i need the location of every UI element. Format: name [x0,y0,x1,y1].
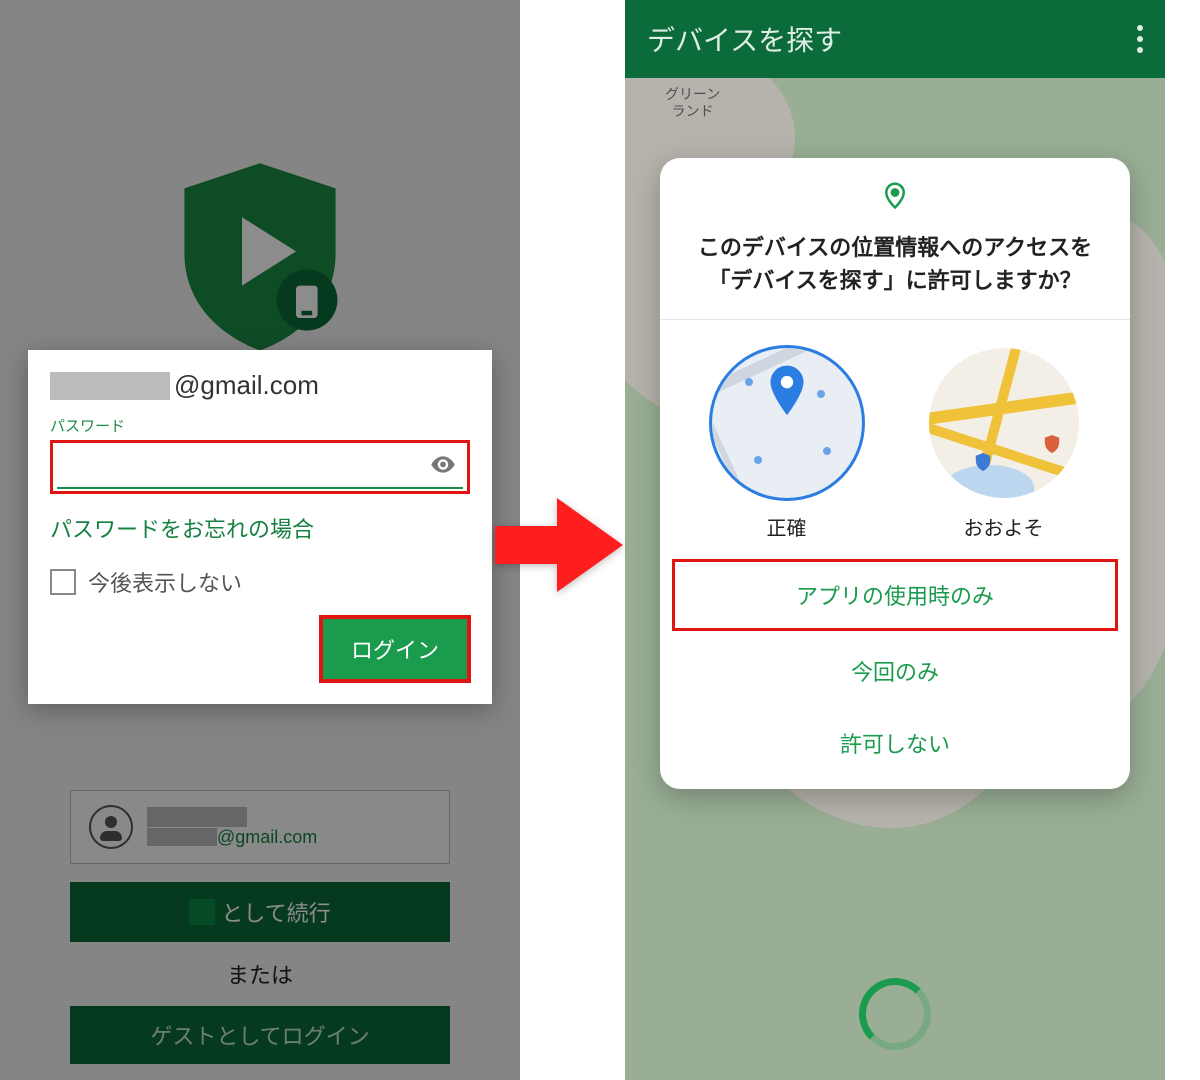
location-pin-icon [660,180,1130,215]
option-only-this-time[interactable]: 今回のみ [660,635,1130,707]
login-dialog: @gmail.com パスワード パスワードをお忘れの場合 今後表示しない ログ… [28,350,492,704]
checkbox-icon[interactable] [50,569,76,595]
choice-precise[interactable]: 正確 [712,348,862,541]
arrow-icon [495,490,625,605]
password-highlight [50,440,470,494]
forgot-password-link[interactable]: パスワードをお忘れの場合 [50,512,470,544]
email-display: @gmail.com [50,370,470,401]
email-domain: @gmail.com [174,370,319,401]
more-vert-icon[interactable] [1137,25,1143,53]
eye-icon[interactable] [429,451,457,484]
left-screenshot: @gmail.com として続行 または ゲストとしてログイン @gmail.c… [0,0,520,1080]
redacted-email-user [50,372,170,400]
precise-label: 正確 [767,512,807,541]
login-button[interactable]: ログイン [320,616,470,682]
dont-show-row[interactable]: 今後表示しない [50,566,470,598]
password-input[interactable] [57,445,463,489]
login-button-label: ログイン [351,638,439,663]
app-bar-title: デバイスを探す [647,19,842,59]
approx-label: おおよそ [964,512,1044,541]
option-only-this-time-label: 今回のみ [851,655,939,687]
option-while-using-label: アプリの使用時のみ [796,579,994,611]
dont-show-label: 今後表示しない [88,566,242,598]
option-deny-label: 許可しない [840,727,950,759]
precise-map-icon [712,348,862,498]
permission-dialog: このデバイスの位置情報へのアクセスを「デバイスを探す」に許可しますか？ [660,158,1130,789]
option-deny[interactable]: 許可しない [660,707,1130,779]
permission-title: このデバイスの位置情報へのアクセスを「デバイスを探す」に許可しますか？ [660,215,1130,319]
password-label: パスワード [50,415,470,436]
right-screenshot: デバイスを探す グリーン ランド このデバイスの位置情報 [625,0,1165,1080]
app-bar: デバイスを探す [625,0,1165,78]
option-while-using[interactable]: アプリの使用時のみ [672,559,1118,631]
approx-map-icon [929,348,1079,498]
choice-approx[interactable]: おおよそ [929,348,1079,541]
accuracy-choices: 正確 おおよそ [660,320,1130,555]
loading-spinner-icon [859,978,931,1050]
